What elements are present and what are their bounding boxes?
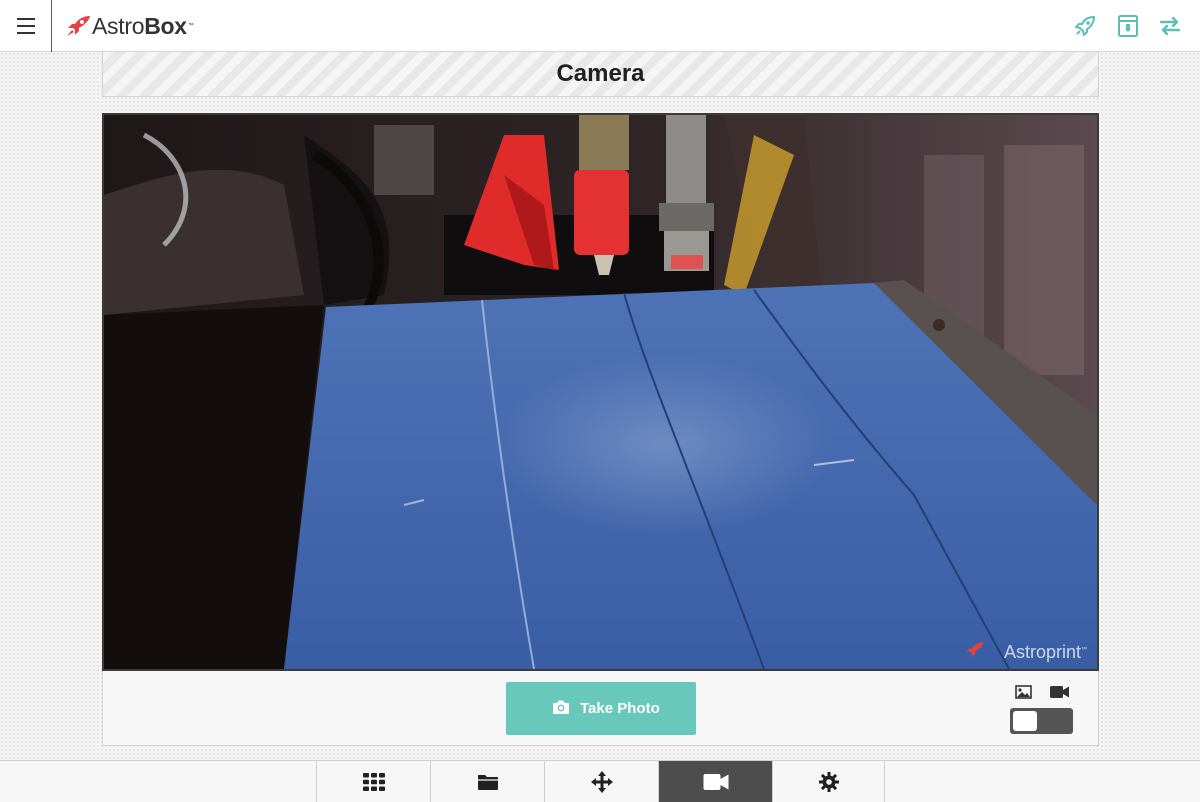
- rocket-logo-icon: [67, 16, 90, 36]
- feed-watermark-text: Astroprint: [1003, 642, 1081, 662]
- menu-button[interactable]: [0, 0, 52, 52]
- page-header: Camera: [102, 52, 1099, 97]
- video-camera-icon: [703, 773, 728, 790]
- transfer-arrows-icon: [1159, 16, 1181, 36]
- astroprint-watermark-icon: [966, 642, 984, 657]
- hamburger-icon-line: [17, 32, 35, 34]
- nav-tab-dashboard[interactable]: [316, 761, 430, 802]
- toggle-knob[interactable]: [1013, 711, 1037, 731]
- nav-tab-settings[interactable]: [772, 761, 885, 802]
- logo-text-light: Astro: [92, 13, 145, 39]
- nav-tab-control[interactable]: [544, 761, 658, 802]
- hamburger-icon: [17, 18, 35, 20]
- camera-feed: Astroprint™: [102, 113, 1099, 671]
- camera-icon: [553, 700, 569, 714]
- logo-text-bold: Box: [144, 13, 187, 39]
- image-icon[interactable]: [1015, 685, 1032, 699]
- launch-rocket-button[interactable]: [1073, 14, 1097, 38]
- logo-trademark: ™: [187, 23, 194, 29]
- grid-icon: [362, 772, 385, 791]
- transfer-button[interactable]: [1158, 14, 1182, 38]
- move-arrows-icon: [590, 770, 613, 793]
- camera-feed-image: [104, 115, 1097, 669]
- take-photo-label: Take Photo: [580, 700, 660, 717]
- gear-icon: [818, 771, 839, 792]
- logo-text: AstroBox™: [92, 13, 194, 39]
- hamburger-icon-line: [17, 25, 35, 27]
- launch-rocket-icon: [1075, 16, 1095, 36]
- feed-watermark-tm: ™: [1081, 647, 1087, 653]
- printer-status-button[interactable]: [1116, 14, 1140, 38]
- camera-controls: Take Photo: [102, 671, 1099, 746]
- photo-video-toggle[interactable]: [1010, 708, 1073, 734]
- nav-tab-camera[interactable]: [658, 761, 772, 802]
- feed-watermark: Astroprint™: [1004, 642, 1087, 663]
- printer-status-icon: [1118, 15, 1138, 37]
- folder-icon: [477, 774, 498, 790]
- nav-tab-files[interactable]: [430, 761, 544, 802]
- video-camera-icon[interactable]: [1050, 686, 1069, 698]
- top-bar: AstroBox™: [0, 0, 1200, 52]
- bottom-nav: [0, 760, 1200, 802]
- page-title: Camera: [556, 60, 645, 87]
- take-photo-button[interactable]: Take Photo: [506, 682, 696, 735]
